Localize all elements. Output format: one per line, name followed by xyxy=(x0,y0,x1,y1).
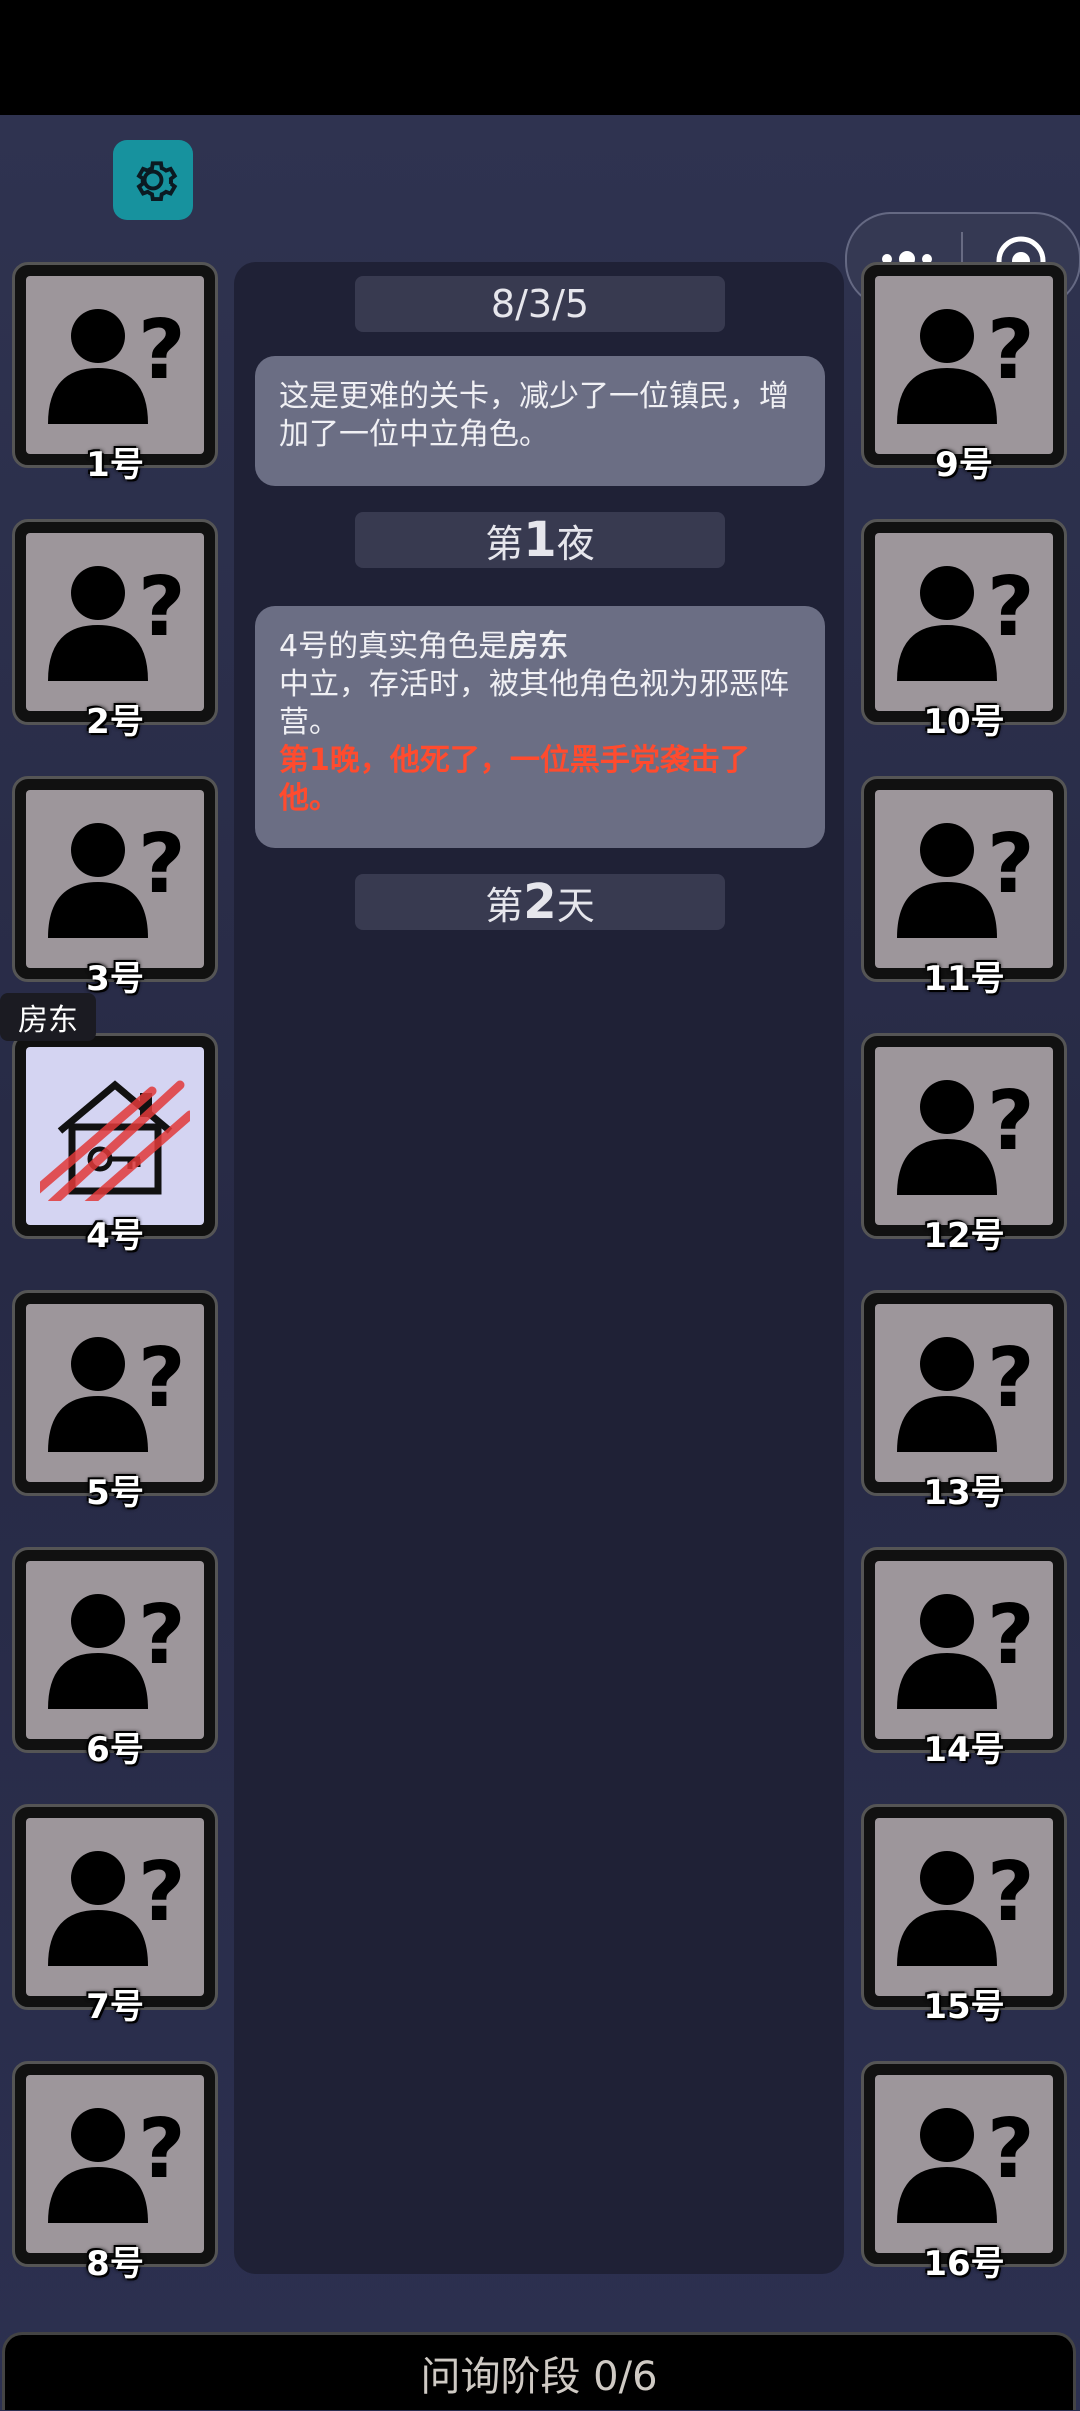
svg-text:?: ? xyxy=(987,1591,1035,1683)
player-card[interactable]: ? 15号 xyxy=(861,1804,1067,2027)
reveal-role-name: 房东 xyxy=(508,629,569,664)
player-number-label: 9号 xyxy=(935,445,993,485)
player-number-label: 1号 xyxy=(86,445,144,485)
player-number-label: 10号 xyxy=(923,702,1005,742)
unknown-person-icon: ? xyxy=(897,1334,1035,1452)
svg-text:?: ? xyxy=(987,1848,1035,1940)
player-portrait: ? xyxy=(875,533,1053,711)
unknown-person-icon: ? xyxy=(897,2105,1035,2223)
player-number-label: 5号 xyxy=(86,1473,144,1513)
svg-text:?: ? xyxy=(138,1591,186,1683)
player-portrait: ? xyxy=(26,1304,204,1482)
player-portrait: ? xyxy=(875,1047,1053,1225)
svg-text:?: ? xyxy=(987,820,1035,912)
player-card[interactable]: ? 8号 xyxy=(12,2061,218,2284)
player-card[interactable]: 4号 xyxy=(12,1033,218,1256)
phase-status-bar: 问询阶段 0/6 xyxy=(2,2332,1076,2410)
player-portrait xyxy=(26,1047,204,1225)
player-card[interactable]: ? 1号 xyxy=(12,262,218,485)
unknown-person-icon: ? xyxy=(48,1848,186,1966)
svg-text:?: ? xyxy=(987,1334,1035,1426)
svg-text:?: ? xyxy=(987,563,1035,655)
unknown-person-icon: ? xyxy=(897,1591,1035,1709)
player-portrait: ? xyxy=(26,276,204,454)
reveal-line1-prefix: 4号的真实角色是 xyxy=(279,629,509,664)
player-number-label: 15号 xyxy=(923,1987,1005,2027)
unknown-person-icon: ? xyxy=(48,1591,186,1709)
svg-text:?: ? xyxy=(138,563,186,655)
unknown-person-icon: ? xyxy=(48,1334,186,1452)
player-portrait: ? xyxy=(875,790,1053,968)
player-card[interactable]: ? 14号 xyxy=(861,1547,1067,1770)
phase-night-label: 第1夜 xyxy=(355,512,725,568)
player-portrait: ? xyxy=(875,1304,1053,1482)
player-portrait: ? xyxy=(875,2075,1053,2253)
player-number-label: 6号 xyxy=(86,1730,144,1770)
player-card[interactable]: ? 3号 xyxy=(12,776,218,999)
unknown-person-icon: ? xyxy=(897,1848,1035,1966)
player-portrait: ? xyxy=(875,276,1053,454)
player-portrait: ? xyxy=(26,2075,204,2253)
player-portrait: ? xyxy=(26,790,204,968)
player-card[interactable]: ? 7号 xyxy=(12,1804,218,2027)
settings-button[interactable] xyxy=(113,140,193,220)
player-number-label: 14号 xyxy=(923,1730,1005,1770)
player-number-label: 12号 xyxy=(923,1216,1005,1256)
player-card[interactable]: ? 6号 xyxy=(12,1547,218,1770)
svg-text:?: ? xyxy=(138,306,186,398)
player-card[interactable]: ? 5号 xyxy=(12,1290,218,1513)
role-reveal-message: 4号的真实角色是房东 中立，存活时，被其他角色视为邪恶阵营。 第1晚，他死了，一… xyxy=(255,606,825,848)
player-number-label: 7号 xyxy=(86,1987,144,2027)
svg-text:?: ? xyxy=(138,2105,186,2197)
player-card[interactable]: ? 2号 xyxy=(12,519,218,742)
player-card[interactable]: ? 16号 xyxy=(861,2061,1067,2284)
unknown-person-icon: ? xyxy=(897,563,1035,681)
svg-text:?: ? xyxy=(987,2105,1035,2197)
phase-day-label: 第2天 xyxy=(355,874,725,930)
svg-text:?: ? xyxy=(138,820,186,912)
player-number-label: 11号 xyxy=(923,959,1005,999)
landlord-house-icon xyxy=(40,1080,190,1201)
player-number-label: 16号 xyxy=(923,2244,1005,2284)
player-portrait: ? xyxy=(26,1818,204,1996)
player-portrait: ? xyxy=(875,1818,1053,1996)
gear-icon xyxy=(136,161,178,202)
unknown-person-icon: ? xyxy=(897,1077,1035,1195)
player-card[interactable]: ? 12号 xyxy=(861,1033,1067,1256)
player-card[interactable]: ? 13号 xyxy=(861,1290,1067,1513)
intro-message-text: 这是更难的关卡，减少了一位镇民，增加了一位中立角色。 xyxy=(279,379,789,452)
reveal-line2: 中立，存活时，被其他角色视为邪恶阵营。 xyxy=(279,667,789,740)
death-note: 第1晚，他死了，一位黑手党袭击了他。 xyxy=(279,743,750,816)
player-portrait: ? xyxy=(26,533,204,711)
unknown-person-icon: ? xyxy=(48,2105,186,2223)
player-card[interactable]: ? 10号 xyxy=(861,519,1067,742)
player-portrait: ? xyxy=(26,1561,204,1739)
phase-status-text: 问询阶段 0/6 xyxy=(420,2353,658,2400)
game-config-label: 8/3/5 xyxy=(355,276,725,332)
player-number-label: 13号 xyxy=(923,1473,1005,1513)
unknown-person-icon: ? xyxy=(48,563,186,681)
player-card[interactable]: ? 9号 xyxy=(861,262,1067,485)
unknown-person-icon: ? xyxy=(897,820,1035,938)
unknown-person-icon: ? xyxy=(897,306,1035,424)
player-number-label: 4号 xyxy=(86,1216,144,1256)
player-card[interactable]: ? 11号 xyxy=(861,776,1067,999)
unknown-person-icon: ? xyxy=(48,820,186,938)
player-number-label: 8号 xyxy=(86,2244,144,2284)
unknown-person-icon: ? xyxy=(48,306,186,424)
player-number-label: 2号 xyxy=(86,702,144,742)
role-tag: 房东 xyxy=(0,993,96,1041)
player-portrait: ? xyxy=(875,1561,1053,1739)
intro-message: 这是更难的关卡，减少了一位镇民，增加了一位中立角色。 xyxy=(255,356,825,486)
svg-text:?: ? xyxy=(987,306,1035,398)
svg-text:?: ? xyxy=(138,1848,186,1940)
svg-text:?: ? xyxy=(987,1077,1035,1169)
svg-text:?: ? xyxy=(138,1334,186,1426)
